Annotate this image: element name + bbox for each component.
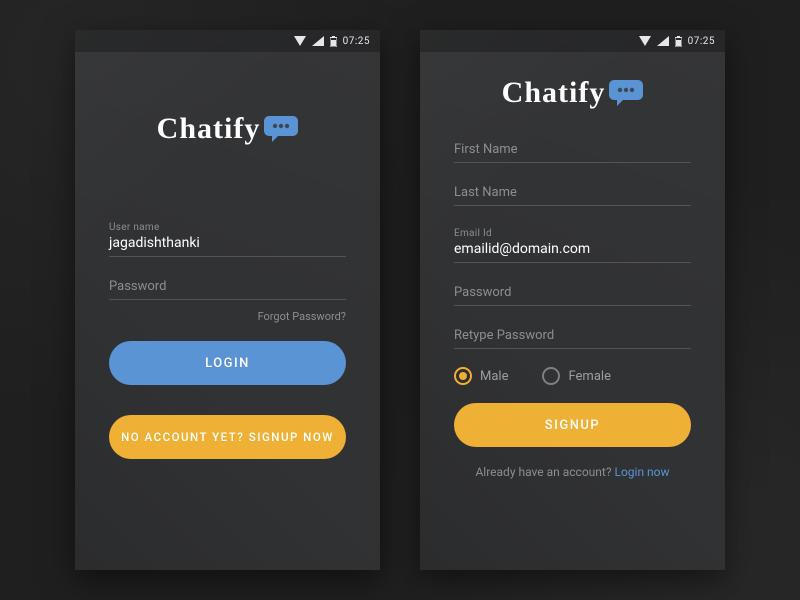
statusbar: 07:25 [75,30,380,52]
radio-icon [454,367,472,385]
app-logo: Chatify [502,76,644,110]
email-field[interactable]: Email Id emailid@domain.com [454,222,691,263]
app-logo: Chatify [157,112,299,146]
statusbar-time: 07:25 [343,36,370,47]
retype-password-placeholder: Retype Password [454,328,691,343]
app-logo-text: Chatify [157,112,261,146]
app-logo-text: Chatify [502,76,606,110]
password-field[interactable]: Password [454,279,691,306]
wifi-icon [639,36,651,46]
login-now-link[interactable]: Login now [614,465,669,479]
username-value: jagadishthanki [109,235,346,251]
password-placeholder: Password [454,285,691,300]
wifi-icon [294,36,306,46]
first-name-placeholder: First Name [454,142,691,157]
gender-male-radio[interactable]: Male [454,367,508,385]
last-name-field[interactable]: Last Name [454,179,691,206]
signal-icon [312,36,324,46]
signup-button-label: SIGNUP [545,418,600,433]
login-now-row: Already have an account? Login now [454,465,691,479]
signal-icon [657,36,669,46]
gender-male-label: Male [480,369,508,384]
first-name-field[interactable]: First Name [454,136,691,163]
signup-prompt-label: NO ACCOUNT YET? SIGNUP NOW [121,430,334,444]
retype-password-field[interactable]: Retype Password [454,322,691,349]
chat-bubble-icon [609,80,643,106]
signup-prompt-button[interactable]: NO ACCOUNT YET? SIGNUP NOW [109,415,346,459]
signup-button[interactable]: SIGNUP [454,403,691,447]
battery-icon [330,36,337,47]
login-button[interactable]: LOGIN [109,341,346,385]
username-field[interactable]: User name jagadishthanki [109,216,346,257]
email-label: Email Id [454,228,691,239]
gender-row: Male Female [454,367,691,385]
username-label: User name [109,222,346,233]
gender-female-label: Female [568,369,610,384]
password-field[interactable]: Password [109,273,346,300]
password-placeholder: Password [109,279,346,294]
battery-icon [675,36,682,47]
statusbar-time: 07:25 [688,36,715,47]
last-name-placeholder: Last Name [454,185,691,200]
gender-female-radio[interactable]: Female [542,367,610,385]
login-phone: 07:25 Chatify User name jagadishthanki P… [75,30,380,570]
signup-phone: 07:25 Chatify First Name Last Name Email… [420,30,725,570]
forgot-password-link[interactable]: Forgot Password? [109,310,346,323]
email-value: emailid@domain.com [454,241,691,257]
radio-icon [542,367,560,385]
statusbar: 07:25 [420,30,725,52]
already-have-account-text: Already have an account? [475,465,614,479]
chat-bubble-icon [264,116,298,142]
login-button-label: LOGIN [205,356,250,371]
